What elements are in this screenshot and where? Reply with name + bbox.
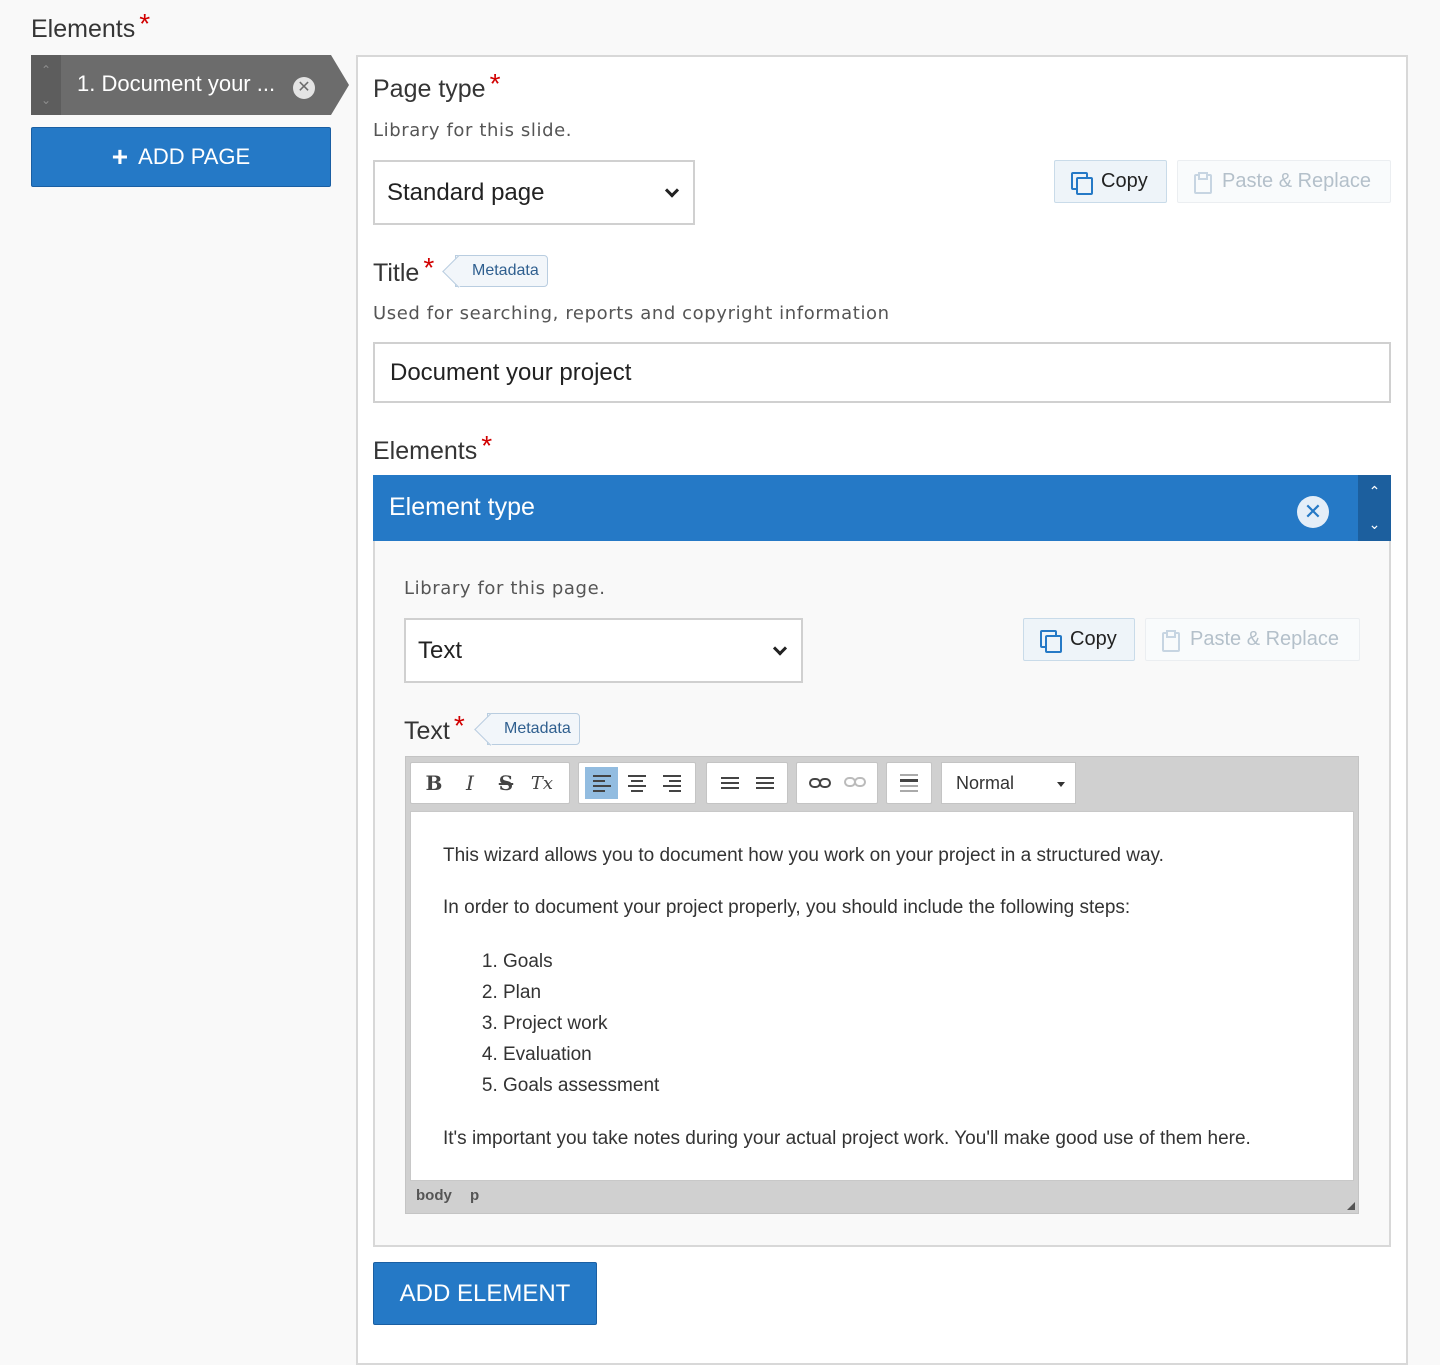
italic-button[interactable]: I [453,767,487,799]
bulleted-list-button[interactable] [713,767,746,799]
paste-replace-label: Paste & Replace [1190,628,1339,650]
remove-format-button[interactable]: Tx [525,767,559,799]
align-left-button[interactable] [585,767,619,799]
element-path: body p [416,1187,493,1204]
required-mark: * [489,68,501,99]
align-right-icon [663,774,682,792]
add-page-label: ADD PAGE [138,144,251,169]
list-item: Goals [503,946,1321,977]
copy-label: Copy [1101,170,1148,192]
toolbar-lists [706,762,788,804]
element-library-select[interactable]: Text [404,618,803,683]
chevron-down-icon [664,182,680,198]
copy-button[interactable]: Copy [1054,160,1167,203]
page-elements-label-text: Elements [373,437,478,465]
page-tab-1[interactable]: ⌃ ⌄ 1. Document your ... ✕ [31,55,349,115]
element-library-description: Library for this page. [404,578,606,599]
toolbar-links [796,762,878,804]
chevron-down-icon [772,640,788,656]
list-item: Plan [503,977,1321,1008]
page-type-value: Standard page [387,178,545,206]
element-header[interactable]: Element type ✕ ⌃ ⌄ [373,475,1391,541]
chevron-up-icon[interactable]: ⌃ [1358,475,1391,508]
format-select[interactable]: Normal [941,762,1076,804]
element-paste-replace-button[interactable]: Paste & Replace [1145,618,1360,661]
numbered-list-icon [755,777,774,789]
element-library-value: Text [418,636,463,664]
toolbar-basic-styles: B I S Tx [410,762,570,804]
add-page-button[interactable]: + ADD PAGE [31,127,331,187]
title-input[interactable]: Document your project [373,342,1391,403]
strikethrough-button[interactable]: S [489,767,523,799]
metadata-tag[interactable]: Metadata [487,713,580,745]
required-mark: * [481,430,493,461]
text-label: Text * [404,710,465,746]
paste-icon [1194,171,1212,194]
page-type-label: Page type * [373,68,501,104]
list-item: Goals assessment [503,1070,1321,1101]
path-item-p[interactable]: p [470,1187,479,1204]
unlink-icon [843,777,866,787]
metadata-tag[interactable]: Metadata [455,255,548,287]
paste-replace-button[interactable]: Paste & Replace [1177,160,1391,203]
list-item: Evaluation [503,1039,1321,1070]
title-label-text: Title [373,259,420,287]
copy-label: Copy [1070,628,1117,650]
rich-text-editor: B I S Tx Normal This wizard allows you t… [405,756,1359,1214]
text-label-text: Text [404,717,450,745]
paste-replace-label: Paste & Replace [1222,170,1371,192]
numbered-list-button[interactable] [748,767,781,799]
align-center-button[interactable] [620,767,653,799]
align-right-button[interactable] [656,767,689,799]
plus-icon: + [111,141,129,172]
remove-page-icon[interactable]: ✕ [293,77,315,99]
required-mark: * [139,8,151,39]
page-elements-label: Elements * [373,430,492,466]
link-icon [808,778,831,788]
page-order-handle[interactable]: ⌃ ⌄ [31,55,61,115]
editor-content-area[interactable]: This wizard allows you to document how y… [410,811,1354,1181]
remove-element-icon[interactable]: ✕ [1297,496,1329,528]
page-type-select[interactable]: Standard page [373,160,695,225]
required-mark: * [423,252,435,283]
chevron-up-icon[interactable]: ⌃ [31,55,61,85]
path-item-body[interactable]: body [416,1187,452,1204]
align-left-icon [592,774,611,792]
copy-icon [1040,629,1062,653]
bold-button[interactable]: B [417,767,451,799]
unlink-button[interactable] [838,767,871,799]
toolbar-align [578,762,696,804]
editor-paragraph-3: It's important you take notes during you… [443,1128,1251,1149]
horizontal-line-icon [900,774,918,792]
required-mark: * [453,710,465,741]
horizontal-line-button[interactable] [893,767,925,799]
editor-paragraph-2: In order to document your project proper… [443,897,1131,918]
chevron-down-icon[interactable]: ⌄ [1358,508,1391,541]
page-type-description: Library for this slide. [373,120,573,141]
copy-icon [1071,171,1093,195]
add-element-button[interactable]: ADD ELEMENT [373,1262,597,1325]
toolbar-hr [886,762,932,804]
list-item: Project work [503,1008,1321,1039]
elements-heading-text: Elements [31,15,136,43]
element-copy-button[interactable]: Copy [1023,618,1135,661]
page-tab-arrow [331,55,349,115]
elements-heading: Elements * [31,8,150,44]
chevron-down-icon[interactable]: ⌄ [31,85,61,115]
title-label: Title * [373,252,434,288]
element-order-handle[interactable]: ⌃ ⌄ [1358,475,1391,541]
element-type-title: Element type [389,493,535,521]
editor-paragraph-1: This wizard allows you to document how y… [443,845,1164,866]
page-tab-label[interactable]: 1. Document your ... [77,71,275,97]
bulleted-list-icon [720,777,739,789]
link-button[interactable] [803,767,836,799]
page-type-label-text: Page type [373,75,486,103]
title-description: Used for searching, reports and copyrigh… [373,303,890,324]
align-center-icon [627,774,646,792]
paste-icon [1162,629,1180,652]
resize-handle-icon[interactable] [1347,1202,1355,1210]
steps-list: Goals Plan Project work Evaluation Goals… [443,946,1321,1101]
